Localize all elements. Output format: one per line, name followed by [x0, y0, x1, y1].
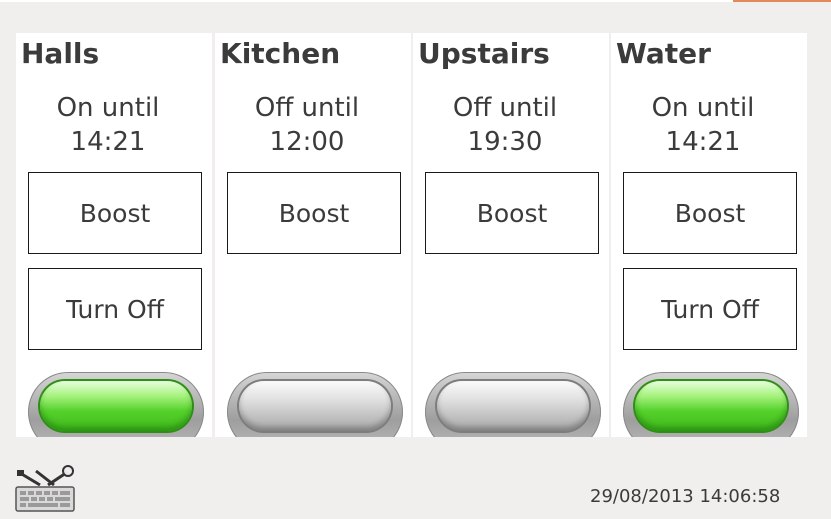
status-time: 19:30: [467, 127, 543, 157]
led-on-indicator: [635, 381, 787, 431]
zone-panel-kitchen: Kitchen Off until 12:00 Boost: [215, 33, 411, 437]
status-led: [227, 372, 403, 437]
boost-button[interactable]: Boost: [227, 172, 401, 254]
zone-title: Halls: [21, 37, 100, 70]
zone-status: On until 14:21: [611, 91, 795, 159]
status-text: On until: [56, 93, 160, 123]
led-off-indicator: [239, 381, 391, 431]
zone-panel-upstairs: Upstairs Off until 19:30 Boost: [413, 33, 609, 437]
zone-panel-halls: Halls On until 14:21 Boost Turn Off: [16, 33, 212, 437]
zone-title: Upstairs: [418, 37, 550, 70]
zone-title: Kitchen: [220, 37, 341, 70]
zone-status: Off until 12:00: [215, 91, 399, 159]
status-text: Off until: [254, 93, 360, 123]
status-led: [28, 372, 204, 437]
boost-button[interactable]: Boost: [623, 172, 797, 254]
turn-off-button[interactable]: Turn Off: [28, 268, 202, 350]
status-time: 14:21: [70, 127, 146, 157]
zone-status: Off until 19:30: [413, 91, 597, 159]
keyboard-tools-icon[interactable]: [14, 465, 76, 513]
boost-button[interactable]: Boost: [28, 172, 202, 254]
top-accent: [733, 0, 831, 2]
status-led: [425, 372, 601, 437]
led-on-indicator: [40, 381, 192, 431]
status-text: On until: [651, 93, 755, 123]
led-off-indicator: [437, 381, 589, 431]
zone-panel-water: Water On until 14:21 Boost Turn Off: [611, 33, 807, 437]
status-time: 14:21: [665, 127, 741, 157]
turn-off-button[interactable]: Turn Off: [623, 268, 797, 350]
status-text: Off until: [452, 93, 558, 123]
status-time: 12:00: [269, 127, 345, 157]
datetime-display: 29/08/2013 14:06:58: [590, 486, 781, 507]
zone-status: On until 14:21: [16, 91, 200, 159]
top-edge: [0, 0, 831, 2]
zone-title: Water: [616, 37, 711, 70]
status-led: [623, 372, 799, 437]
boost-button[interactable]: Boost: [425, 172, 599, 254]
